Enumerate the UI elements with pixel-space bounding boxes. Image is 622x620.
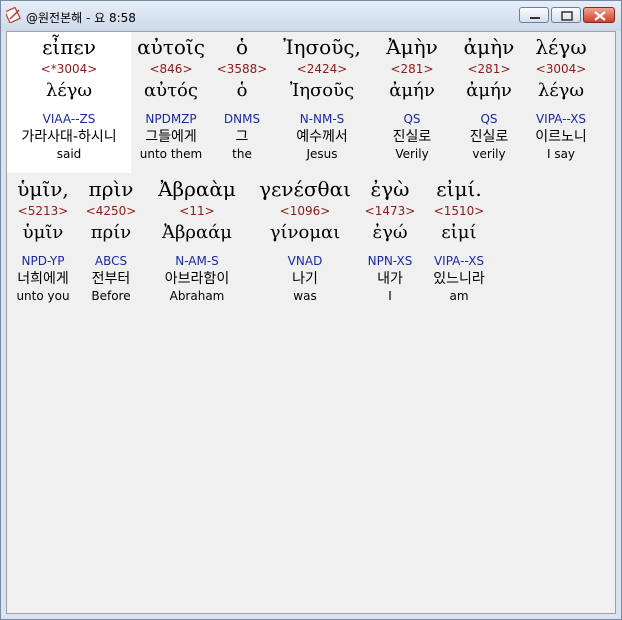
korean-gloss: 아브라함이 xyxy=(164,271,230,287)
parsing-code: VIAA--ZS xyxy=(42,112,96,126)
parsing-code: VIPA--XS xyxy=(535,112,587,126)
english-gloss: I xyxy=(388,289,392,303)
lemma-word: ὑμῖν xyxy=(22,222,64,243)
english-gloss: Abraham xyxy=(169,289,225,303)
strong-number: <4250> xyxy=(85,204,137,218)
parsing-code: QS xyxy=(403,112,421,126)
parsing-code: N-NM-S xyxy=(299,112,345,126)
korean-gloss: 그 xyxy=(235,129,249,145)
strong-number: <281> xyxy=(390,62,434,76)
maximize-button[interactable] xyxy=(551,7,581,23)
word-block[interactable]: πρὶν <4250> πρίν ABCS 전부터 Before xyxy=(83,176,139,304)
app-window: @원전본해 - 요 8:58 εἶπεν <*3004> λέγω VIAA--… xyxy=(0,0,622,620)
greek-word: ὁ xyxy=(235,35,249,59)
parsing-code: ABCS xyxy=(94,254,128,268)
parsing-code: NPDMZP xyxy=(145,112,197,126)
greek-word: εἰμί. xyxy=(436,177,482,201)
korean-gloss: 내가 xyxy=(377,271,403,287)
parsing-code: NPN-XS xyxy=(367,254,413,268)
strong-number: <1473> xyxy=(364,204,416,218)
english-gloss: the xyxy=(232,147,252,161)
strong-number: <1096> xyxy=(279,204,331,218)
english-gloss: said xyxy=(56,147,82,161)
lemma-word: ἀμήν xyxy=(466,80,512,101)
app-icon xyxy=(4,6,22,24)
greek-word: λέγω xyxy=(535,35,587,59)
parsing-code: VIPA--XS xyxy=(433,254,485,268)
english-gloss: am xyxy=(449,289,469,303)
word-block[interactable]: εἶπεν <*3004> λέγω VIAA--ZS 가라사대-하시니 sai… xyxy=(19,34,119,162)
lemma-word: ἀμήν xyxy=(389,80,435,101)
parsing-code: NPD-YP xyxy=(21,254,65,268)
parsing-code: QS xyxy=(480,112,498,126)
greek-word: αὐτοῖς xyxy=(137,35,205,59)
word-block[interactable]: Ἀβραὰμ <11> Ἀβραάμ N-AM-S 아브라함이 Abraham xyxy=(145,176,249,304)
strong-number: <281> xyxy=(467,62,511,76)
strong-number: <3004> xyxy=(535,62,587,76)
word-block[interactable]: Ἰησοῦς, <2424> Ἰησοῦς N-NM-S 예수께서 Jesus xyxy=(277,34,367,162)
lemma-word: γίνομαι xyxy=(269,222,341,243)
word-block[interactable]: Ἀμὴν <281> ἀμήν QS 진실로 Verily xyxy=(372,34,452,162)
word-block[interactable]: γενέσθαι <1096> γίνομαι VNAD 나기 was xyxy=(255,176,355,304)
word-block[interactable]: ἀμὴν <281> ἀμήν QS 진실로 verily xyxy=(451,34,527,162)
strong-number: <5213> xyxy=(17,204,69,218)
parsing-code: N-AM-S xyxy=(175,254,219,268)
lemma-word: πρίν xyxy=(90,222,132,243)
greek-word: πρὶν xyxy=(88,177,134,201)
korean-gloss: 예수께서 xyxy=(296,129,348,145)
lemma-word: λέγω xyxy=(45,80,93,101)
lemma-word: Ἰησοῦς xyxy=(289,80,355,101)
strong-number: <*3004> xyxy=(40,62,98,76)
english-gloss: unto them xyxy=(139,147,203,161)
korean-gloss: 진실로 xyxy=(469,129,509,145)
lemma-word: εἰμί xyxy=(441,222,477,243)
word-block[interactable]: ἐγὼ <1473> ἐγώ NPN-XS 내가 I xyxy=(359,176,421,304)
korean-gloss: 진실로 xyxy=(392,129,432,145)
greek-word: Ἰησοῦς, xyxy=(283,35,361,59)
word-block[interactable]: λέγω <3004> λέγω VIPA--XS 이르노니 I say xyxy=(525,34,597,162)
greek-word: γενέσθαι xyxy=(259,177,351,201)
greek-word: Ἀμὴν xyxy=(386,35,438,59)
lemma-word: ἐγώ xyxy=(372,222,408,243)
korean-gloss: 전부터 xyxy=(91,271,131,287)
english-gloss: Verily xyxy=(395,147,429,161)
strong-number: <2424> xyxy=(296,62,348,76)
word-block[interactable]: εἰμί. <1510> εἰμί VIPA--XS 있느니라 am xyxy=(423,176,495,304)
lemma-word: αὐτός xyxy=(144,80,198,101)
window-title: @원전본해 - 요 8:58 xyxy=(26,11,136,25)
greek-word: ἐγὼ xyxy=(370,177,410,201)
english-gloss: verily xyxy=(472,147,506,161)
strong-number: <11> xyxy=(179,204,215,218)
minimize-button[interactable] xyxy=(519,7,549,23)
word-block[interactable]: ὁ <3588> ὁ DNMS 그 the xyxy=(215,34,269,162)
strong-number: <846> xyxy=(149,62,193,76)
parsing-code: VNAD xyxy=(287,254,323,268)
korean-gloss: 그들에게 xyxy=(145,129,197,145)
title-bar[interactable]: @원전본해 - 요 8:58 xyxy=(1,1,621,31)
korean-gloss: 가라사대-하시니 xyxy=(21,129,117,145)
korean-gloss: 나기 xyxy=(292,271,318,287)
greek-word: ἀμὴν xyxy=(463,35,515,59)
lemma-word: Ἀβραάμ xyxy=(162,222,232,243)
strong-number: <3588> xyxy=(216,62,268,76)
word-block[interactable]: ὑμῖν, <5213> ὑμῖν NPD-YP 너희에게 unto you xyxy=(7,176,79,304)
korean-gloss: 있느니라 xyxy=(433,271,485,287)
close-button[interactable] xyxy=(583,7,615,23)
greek-word: ὑμῖν, xyxy=(17,177,69,201)
english-gloss: unto you xyxy=(16,289,70,303)
verse-display-area[interactable]: εἶπεν <*3004> λέγω VIAA--ZS 가라사대-하시니 sai… xyxy=(6,31,616,614)
greek-word: εἶπεν xyxy=(42,35,96,59)
english-gloss: I say xyxy=(546,147,576,161)
korean-gloss: 너희에게 xyxy=(17,271,69,287)
english-gloss: Jesus xyxy=(306,147,338,161)
korean-gloss: 이르노니 xyxy=(535,129,587,145)
lemma-word: λέγω xyxy=(537,80,585,101)
english-gloss: was xyxy=(293,289,317,303)
lemma-word: ὁ xyxy=(236,80,248,101)
english-gloss: Before xyxy=(91,289,131,303)
strong-number: <1510> xyxy=(433,204,485,218)
parsing-code: DNMS xyxy=(223,112,261,126)
greek-word: Ἀβραὰμ xyxy=(158,177,236,201)
word-block[interactable]: αὐτοῖς <846> αὐτός NPDMZP 그들에게 unto them xyxy=(126,34,216,162)
